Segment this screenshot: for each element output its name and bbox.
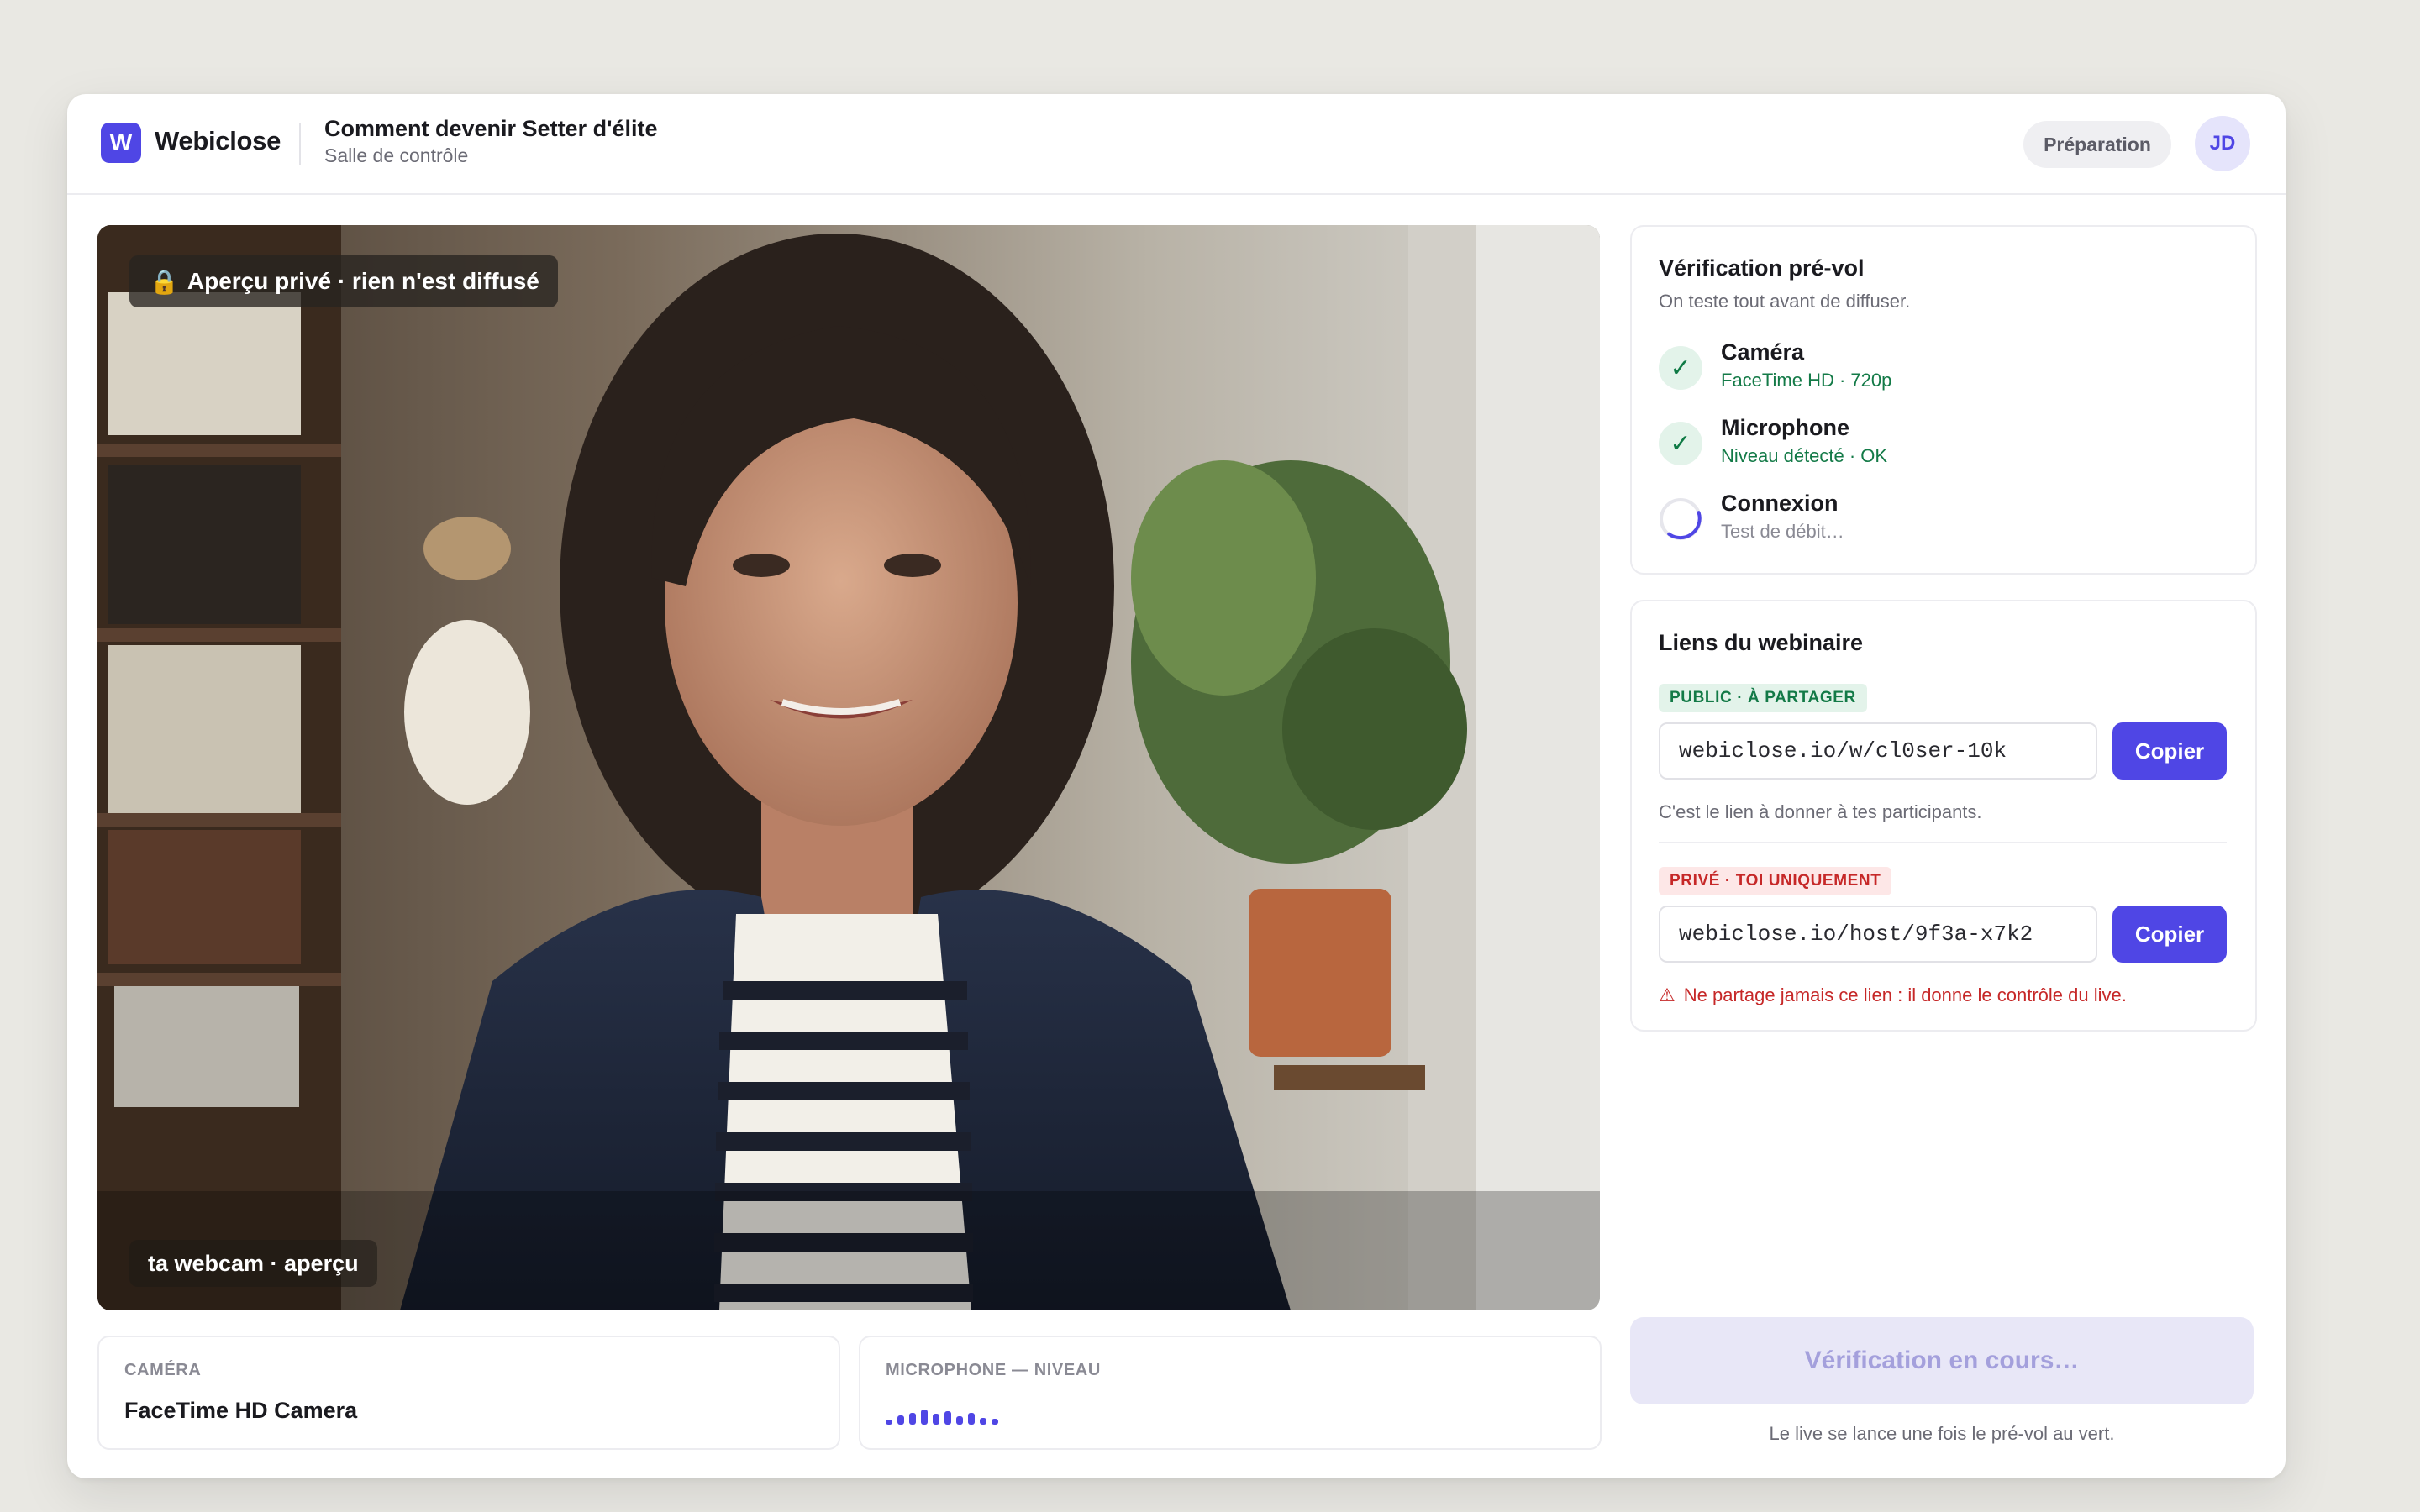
check-icon: ✓ [1659,346,1702,390]
mic-level-bar [933,1414,939,1425]
lock-icon: 🔒 [150,268,179,295]
divider [1659,842,2227,843]
mic-level-bar [897,1415,904,1425]
launch-live-button[interactable]: Vérification en cours… [1630,1317,2254,1404]
mic-level-bar [944,1411,951,1425]
privacy-badge-text: Aperçu privé · rien n'est diffusé [187,268,539,294]
check-detail: FaceTime HD · 720p [1721,370,1892,391]
microphone-level-meter [886,1404,998,1425]
microphone-label: MICROPHONE — NIVEAU [886,1361,1101,1379]
mic-level-bar [921,1410,928,1425]
warning-icon: ⚠ [1659,984,1676,1005]
check-detail: Test de débit… [1721,521,1844,542]
camera-value: FaceTime HD Camera [124,1398,358,1423]
public-link-field[interactable]: webiclose.io/w/cl0ser-10k [1659,722,2097,780]
check-detail: Niveau détecté · OK [1721,445,1888,466]
preflight-title: Vérification pré-vol [1659,255,1865,281]
webinar-links-panel: Liens du webinaire PUBLIC · À PARTAGER w… [1630,600,2257,1032]
check-name: Connexion [1721,491,1839,516]
warning-text: Ne partage jamais ce lien : il donne le … [1683,984,2127,1005]
mic-level-bar [909,1413,916,1425]
event-subtitle: Salle de contrôle [324,144,469,166]
check-name: Caméra [1721,339,1805,365]
brand-name: Webiclose [155,126,281,155]
public-link-tag: PUBLIC · À PARTAGER [1659,684,1867,712]
mic-level-bar [992,1419,998,1425]
preflight-subtitle: On teste tout avant de diffuser. [1659,291,1911,312]
top-bar: W Webiclose Comment devenir Setter d'éli… [67,94,2286,195]
check-icon: ✓ [1659,422,1702,465]
check-camera: ✓ Caméra FaceTime HD · 720p [1659,339,2230,398]
mic-level-bar [956,1416,963,1425]
launch-note: Le live se lance une fois le pré-vol au … [1769,1423,2115,1444]
webiclose-logo-icon: W [101,123,141,163]
webcam-caption: ta webcam · aperçu [129,1240,377,1287]
public-link-help: C'est le lien à donner à tes participant… [1659,801,1982,822]
links-title: Liens du webinaire [1659,630,1864,655]
mic-level-bar [968,1413,975,1425]
copy-private-link-button[interactable]: Copier [2112,906,2227,963]
camera-select[interactable]: CAMÉRA FaceTime HD Camera [97,1336,840,1450]
user-avatar[interactable]: JD [2195,116,2250,171]
check-microphone: ✓ Microphone Niveau détecté · OK [1659,415,2230,474]
header-divider [299,123,301,165]
event-title: Comment devenir Setter d'élite [324,116,658,141]
privacy-badge: 🔒 Aperçu privé · rien n'est diffusé [129,255,558,307]
mic-level-bar [886,1420,892,1425]
mic-level-bar [980,1418,986,1425]
preflight-panel: Vérification pré-vol On teste tout avant… [1630,225,2257,575]
private-link-warning: ⚠ Ne partage jamais ce lien : il donne l… [1659,984,2127,1006]
microphone-level-card: MICROPHONE — NIVEAU [859,1336,1602,1450]
private-link-tag: PRIVÉ · TOI UNIQUEMENT [1659,867,1892,895]
app-window: W Webiclose Comment devenir Setter d'éli… [67,94,2286,1478]
webcam-preview: 🔒 Aperçu privé · rien n'est diffusé ta w… [97,225,1600,1310]
status-badge: Préparation [2023,121,2171,168]
camera-label: CAMÉRA [124,1361,202,1379]
private-link-field[interactable]: webiclose.io/host/9f3a-x7k2 [1659,906,2097,963]
check-connection: Connexion Test de débit… [1659,491,2230,549]
webcam-image [97,225,1600,1310]
copy-public-link-button[interactable]: Copier [2112,722,2227,780]
check-name: Microphone [1721,415,1849,440]
loading-spinner-icon [1660,498,1702,540]
